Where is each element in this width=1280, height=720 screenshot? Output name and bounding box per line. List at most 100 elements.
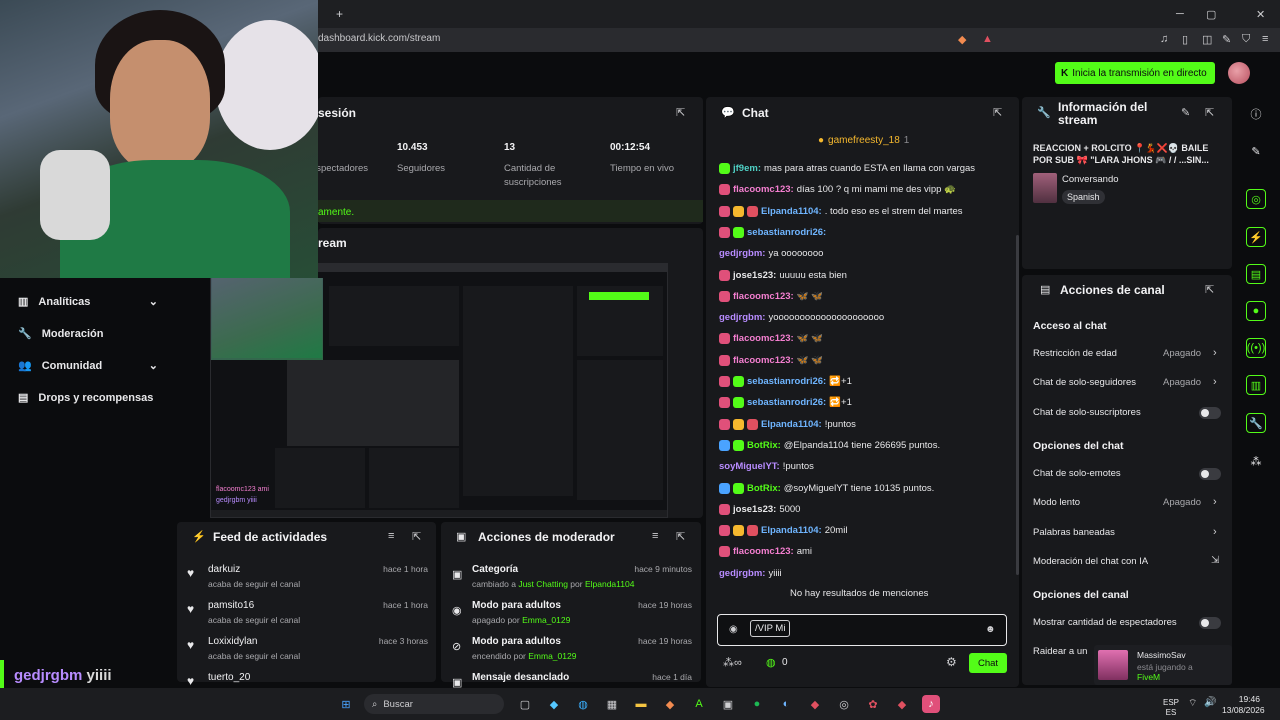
edit-icon[interactable]: ✎ [1181, 106, 1190, 119]
action-row-label[interactable]: Chat de solo-emotes [1033, 468, 1121, 479]
action-row-label[interactable]: Modo lento [1033, 497, 1080, 508]
chevron-right-icon[interactable]: › [1213, 496, 1217, 508]
chat-username[interactable]: Elpanda1104: [761, 419, 822, 430]
app-icon[interactable]: ◆ [893, 695, 911, 713]
chat-username[interactable]: sebastianrodri26: [747, 376, 826, 387]
app-icon[interactable]: ◆ [806, 695, 824, 713]
detail-link[interactable]: Just Chatting [518, 579, 568, 589]
popout-icon[interactable]: ⇱ [676, 530, 685, 543]
windows-start-icon[interactable]: ⊞ [337, 695, 355, 713]
chat-username[interactable]: flacoomc123: [733, 355, 794, 366]
wrench-icon[interactable]: 🔧 [1246, 413, 1266, 433]
chat-username[interactable]: BotRix: [747, 483, 781, 494]
folder-icon[interactable]: ▬ [632, 695, 650, 713]
action-row-label[interactable]: Mostrar cantidad de espectadores [1033, 617, 1177, 628]
filter-icon[interactable]: ≡ [388, 530, 394, 542]
minimize-button[interactable]: ─ [1176, 8, 1184, 20]
sidebar-item-drops[interactable]: ▤ Drops y recompensas [18, 391, 153, 405]
layout-icon[interactable]: ▥ [1246, 375, 1266, 395]
chat-input-value[interactable]: /VIP Mi [750, 620, 791, 637]
chevron-right-icon[interactable]: › [1213, 347, 1217, 359]
chat-icon[interactable]: ● [1246, 301, 1266, 321]
spotify-icon[interactable]: ● [748, 695, 766, 713]
sidebar-icon[interactable]: ▯ [1182, 33, 1188, 46]
share-icon[interactable]: ⁂ [1246, 451, 1266, 471]
gear-icon[interactable]: ⚙ [946, 655, 957, 669]
broadcast-icon[interactable]: ((•)) [1246, 338, 1266, 358]
chevron-right-icon[interactable]: › [1213, 376, 1217, 388]
brave-rewards-icon[interactable]: ▲ [982, 33, 993, 45]
chat-username[interactable]: gedjrgbm: [719, 248, 765, 259]
clipboard-icon[interactable]: ▤ [1246, 264, 1266, 284]
chat-scrollbar[interactable] [1016, 235, 1019, 575]
action-row-label[interactable]: Moderación del chat con IA [1033, 556, 1148, 567]
sidebar-item-community[interactable]: 👥 Comunidad ⌄ [18, 359, 158, 373]
action-row-label[interactable]: Chat de solo-seguidores [1033, 377, 1136, 388]
popout-icon[interactable]: ⇱ [1205, 106, 1214, 119]
chat-username[interactable]: gedjrgbm: [719, 568, 765, 579]
steam-icon[interactable]: ◐ [777, 695, 795, 713]
popout-icon[interactable]: ⇱ [1205, 283, 1214, 296]
send-chat-button[interactable]: Chat [969, 653, 1007, 673]
sidebar-item-analytics[interactable]: ▥ Analíticas ⌄ [18, 295, 158, 309]
toggle-switch[interactable] [1199, 406, 1221, 419]
clock[interactable]: 19:46 13/08/2026 [1222, 694, 1265, 716]
taskbar-search[interactable]: ⌕ Buscar [364, 694, 504, 714]
tiktok-icon[interactable]: ♪ [922, 695, 940, 713]
app-icon[interactable]: ▣ [719, 695, 737, 713]
chat-settings-icon[interactable]: ⁂∞ [723, 656, 742, 669]
brave-shield-icon[interactable]: ◆ [958, 33, 966, 46]
chat-username[interactable]: soyMiguelYT: [719, 461, 780, 472]
wifi-icon[interactable]: ⌔ [1188, 697, 1197, 710]
chat-username[interactable]: jf9em: [733, 163, 761, 174]
chat-username[interactable]: Elpanda1104: [761, 206, 822, 217]
chat-username[interactable]: jose1s23: [733, 270, 776, 281]
keyboard-lang[interactable]: ESP ES [1163, 698, 1179, 718]
toggle-switch[interactable] [1199, 617, 1221, 630]
action-row-label[interactable]: Chat de solo-suscriptores [1033, 407, 1141, 418]
chat-username[interactable]: BotRix: [747, 440, 781, 451]
info-icon[interactable]: ⓘ [1246, 104, 1266, 124]
app-icon[interactable]: ◎ [835, 695, 853, 713]
avatar[interactable] [1228, 62, 1250, 84]
media-icon[interactable]: ♫ [1160, 33, 1168, 45]
popout-icon[interactable]: ⇱ [412, 530, 421, 543]
pen-icon[interactable]: ✎ [1246, 141, 1266, 161]
emoji-icon[interactable]: ☻ [985, 624, 996, 635]
action-row-label[interactable]: Restricción de edad [1033, 348, 1117, 359]
external-link-icon[interactable]: ⇲ [1211, 555, 1219, 566]
chat-username[interactable]: flacoomc123: [733, 333, 794, 344]
app-icon[interactable]: ✿ [864, 695, 882, 713]
maximize-button[interactable]: ▢ [1206, 8, 1216, 21]
chat-username[interactable]: gedjrgbm: [719, 312, 765, 323]
url-text[interactable]: dashboard.kick.com/stream [318, 33, 440, 44]
chat-username[interactable]: sebastianrodri26: [747, 227, 826, 238]
menu-icon[interactable]: ≡ [1262, 33, 1268, 45]
detail-link[interactable]: Emma_0129 [528, 651, 576, 661]
vpn-icon[interactable]: ⛉ [1242, 33, 1250, 46]
chat-username[interactable]: jose1s23: [733, 504, 776, 515]
capture-icon[interactable]: ◎ [1246, 189, 1266, 209]
app-icon[interactable]: A [690, 695, 708, 713]
volume-icon[interactable]: 🔊 [1204, 697, 1216, 708]
close-window-button[interactable]: ✕ [1256, 8, 1265, 21]
chat-username[interactable]: Elpanda1104: [761, 525, 822, 536]
chat-username[interactable]: flacoomc123: [733, 546, 794, 557]
filter-icon[interactable]: ≡ [652, 530, 658, 542]
store-icon[interactable]: ▦ [603, 695, 621, 713]
widgets-icon[interactable]: ◆ [545, 695, 563, 713]
extensions-icon[interactable]: ✎ [1222, 33, 1231, 46]
chat-username[interactable]: sebastianrodri26: [747, 397, 826, 408]
detail-link[interactable]: Emma_0129 [522, 615, 570, 625]
popout-icon[interactable]: ⇱ [993, 106, 1002, 119]
edge-icon[interactable]: ◍ [574, 695, 592, 713]
action-row-label[interactable]: Raidear a un [1033, 646, 1087, 657]
popout-icon[interactable]: ⇱ [676, 106, 685, 119]
pinned-gift-banner[interactable]: ● gamefreesty_18 1 [818, 135, 909, 146]
chevron-right-icon[interactable]: › [1213, 526, 1217, 538]
go-live-button[interactable]: K Inicia la transmisión en directo [1055, 62, 1215, 84]
sidebar-item-moderation[interactable]: 🔧 Moderación [18, 327, 103, 341]
chat-username[interactable]: flacoomc123: [733, 291, 794, 302]
toggle-switch[interactable] [1199, 467, 1221, 480]
detail-link[interactable]: Elpanda1104 [585, 579, 634, 589]
